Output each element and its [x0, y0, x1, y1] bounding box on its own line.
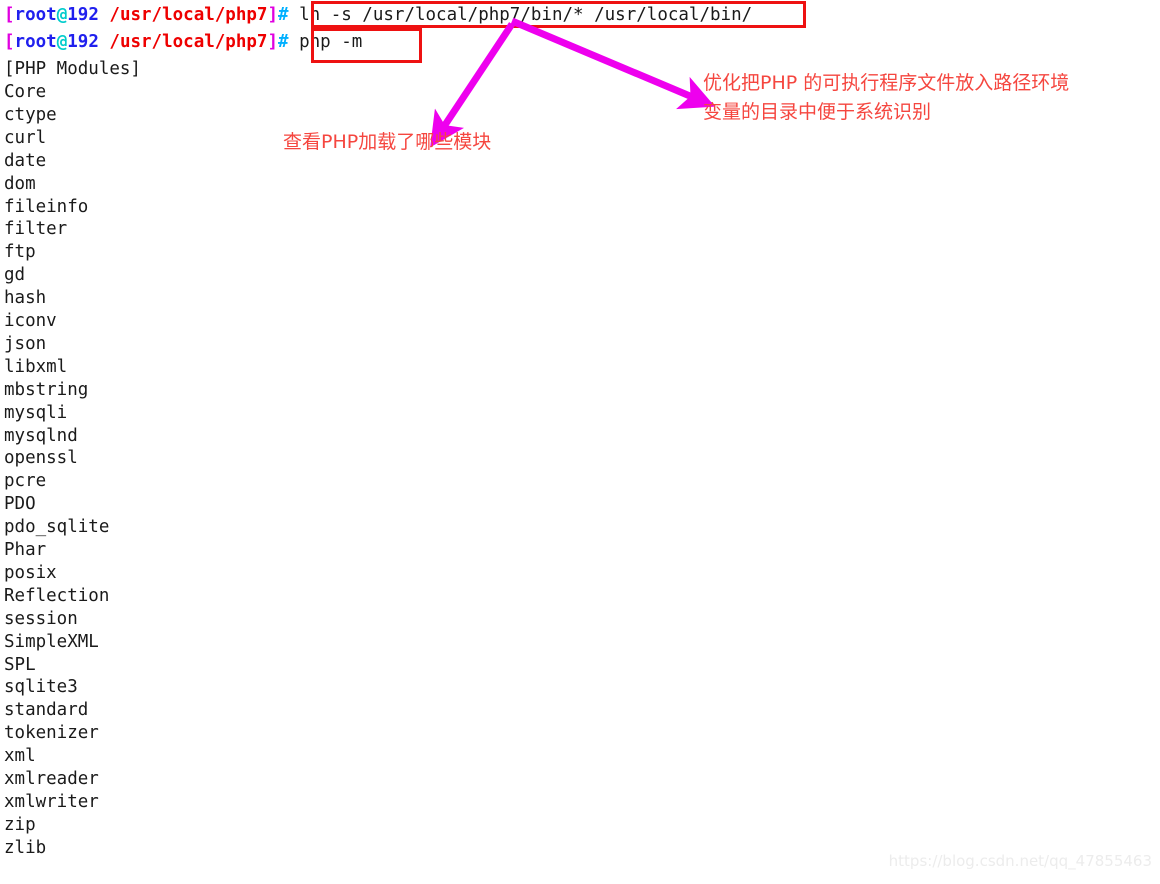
prompt-open-bracket: [ — [4, 5, 15, 25]
command-gap-1 — [289, 5, 300, 25]
prompt-space-2 — [99, 32, 110, 52]
php-module-item: dom — [4, 173, 36, 194]
prompt-host: 192 — [67, 32, 99, 52]
php-module-item: pcre — [4, 471, 47, 492]
php-module-item: openssl — [4, 448, 78, 469]
prompt-at-symbol: @ — [56, 5, 68, 25]
php-module-item: SPL — [4, 654, 36, 675]
php-module-item: mbstring — [4, 379, 89, 400]
arrow-to-left-note — [430, 22, 515, 148]
php-module-item: hash — [4, 288, 47, 309]
php-module-item: filter — [4, 219, 68, 240]
watermark: https://blog.csdn.net/qq_47855463 — [888, 852, 1152, 870]
annotation-note-right-line-1: 优化把PHP 的可执行程序文件放入路径环境 — [703, 72, 1070, 94]
php-module-item: date — [4, 150, 47, 171]
php-module-item: gd — [4, 265, 26, 286]
php-module-item: libxml — [4, 356, 68, 377]
php-module-item: standard — [4, 700, 89, 721]
php-module-item: Phar — [4, 540, 47, 560]
php-module-item: mysqlnd — [4, 425, 78, 446]
php-module-item: xml — [4, 746, 36, 767]
php-module-item: SimpleXML — [4, 631, 99, 652]
php-module-item: mysqli — [4, 402, 68, 423]
prompt-path: /usr/local/php7 — [109, 5, 268, 25]
prompt-host: 192 — [67, 5, 99, 25]
prompt-space-1 — [99, 5, 110, 25]
prompt-user: root — [14, 32, 57, 52]
annotation-note-left: 查看PHP加载了哪些模块 — [283, 131, 492, 153]
prompt-hash: # — [278, 5, 289, 25]
php-module-item: session — [4, 608, 78, 629]
arrow-to-right-note — [510, 17, 716, 110]
php-module-item: Reflection — [4, 585, 110, 606]
php-module-item: PDO — [4, 494, 36, 515]
prompt-at-symbol: @ — [56, 32, 68, 52]
annotation-arrows — [430, 17, 716, 148]
php-module-item: pdo_sqlite — [4, 517, 110, 538]
php-module-item: Core — [4, 82, 47, 102]
php-modules-header: [PHP Modules] — [4, 59, 141, 79]
php-module-item: sqlite3 — [4, 677, 78, 698]
php-module-item: json — [4, 333, 47, 354]
prompt-close-bracket: ] — [267, 5, 278, 25]
terminal-prompt-line-1: [root@192 /usr/local/php7]# ln -s /usr/l… — [4, 4, 752, 27]
prompt-path: /usr/local/php7 — [109, 32, 268, 52]
annotation-note-right-line-2: 变量的目录中便于系统识别 — [703, 101, 932, 123]
command-gap-2 — [289, 32, 300, 52]
php-module-item: ftp — [4, 242, 36, 263]
php-module-item: ctype — [4, 104, 57, 125]
php-module-item: fileinfo — [4, 196, 89, 217]
php-module-item: zlib — [4, 837, 47, 858]
prompt-user: root — [14, 5, 57, 25]
command-text-2[interactable]: php -m — [299, 32, 362, 52]
php-module-item: xmlwriter — [4, 791, 99, 812]
prompt-open-bracket: [ — [4, 32, 15, 52]
php-module-item: tokenizer — [4, 723, 99, 744]
php-module-item: curl — [4, 127, 47, 148]
php-module-item: zip — [4, 814, 36, 835]
terminal-prompt-line-2: [root@192 /usr/local/php7]# php -m — [4, 31, 362, 54]
prompt-close-bracket: ] — [267, 32, 278, 52]
command-text-1[interactable]: ln -s /usr/local/php7/bin/* /usr/local/b… — [299, 5, 752, 25]
php-module-item: iconv — [4, 311, 57, 331]
php-module-item: posix — [4, 562, 57, 583]
prompt-hash: # — [278, 32, 289, 52]
terminal-window: [root@192 /usr/local/php7]# ln -s /usr/l… — [0, 0, 1160, 884]
php-module-item: xmlreader — [4, 769, 99, 789]
